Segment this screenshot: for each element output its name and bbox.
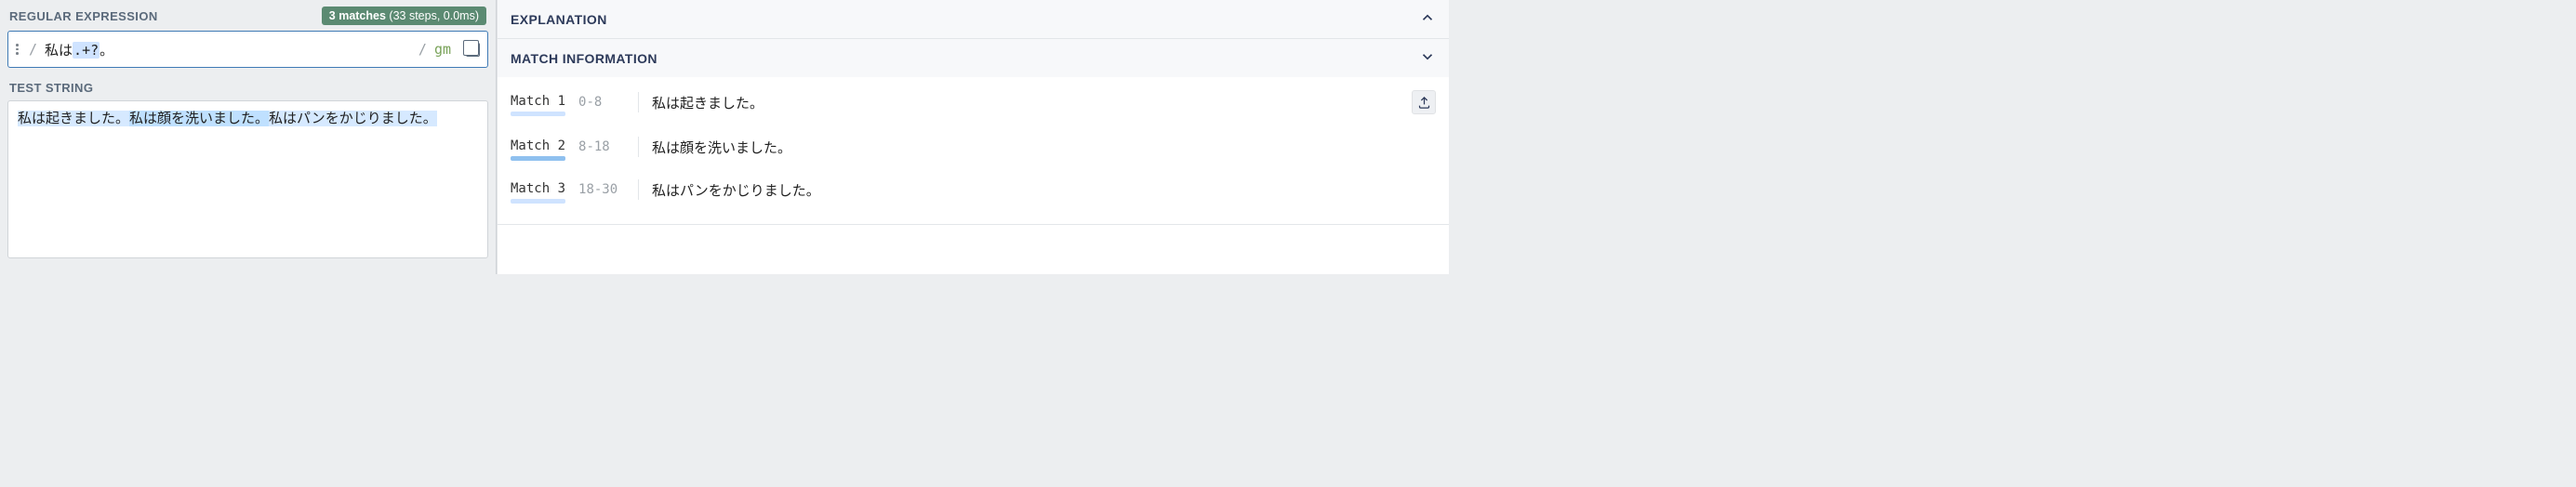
regex-open-delimiter: /: [29, 41, 37, 58]
match-label: Match 2: [511, 138, 565, 155]
divider: [638, 92, 639, 112]
match-range: 8-18: [578, 139, 625, 154]
match-text: 私は顔を洗いました。: [652, 138, 791, 157]
test-string-title: TEST STRING: [0, 68, 496, 100]
divider: [638, 179, 639, 200]
test-match-1: 私は起きました。: [18, 111, 129, 126]
left-pane: REGULAR EXPRESSION 3 matches (33 steps, …: [0, 0, 497, 274]
match-row[interactable]: Match 1 0-8 私は起きました。: [498, 81, 1449, 127]
test-match-3: 私はパンをかじりました。: [269, 111, 437, 126]
match-list: Match 1 0-8 私は起きました。 Match 2 8-18 私は顔を洗い…: [498, 77, 1449, 224]
regex-header-row: REGULAR EXPRESSION 3 matches (33 steps, …: [0, 0, 496, 31]
match-count-badge: 3 matches (33 steps, 0.0ms): [322, 7, 486, 25]
match-count: 3 matches: [329, 9, 386, 22]
match-info-header[interactable]: MATCH INFORMATION: [498, 39, 1449, 77]
regex-close-delimiter: /: [418, 41, 427, 58]
match-steps: (33 steps, 0.0ms): [389, 9, 479, 22]
match-row[interactable]: Match 2 8-18 私は顔を洗いました。: [498, 127, 1449, 170]
match-text: 私はパンをかじりました。: [652, 180, 820, 200]
regex-input-bar[interactable]: / 私は.+?。 / gm: [7, 31, 488, 68]
test-match-2: 私は顔を洗いました。: [129, 111, 269, 126]
chevron-up-icon: [1419, 9, 1436, 29]
match-label: Match 3: [511, 181, 565, 198]
match-info-panel: MATCH INFORMATION Match 1 0-8 私は起きました。 M…: [498, 39, 1449, 225]
divider: [638, 137, 639, 157]
drag-handle-icon[interactable]: [16, 44, 21, 55]
match-range: 0-8: [578, 95, 625, 110]
regex-section-title: REGULAR EXPRESSION: [9, 9, 158, 23]
match-range: 18-30: [578, 182, 625, 197]
match-label: Match 1: [511, 94, 565, 111]
explanation-panel: EXPLANATION: [498, 0, 1449, 39]
regex-flags[interactable]: gm: [434, 41, 451, 58]
export-icon[interactable]: [1412, 90, 1436, 114]
regex-quantifier-highlight: .+?: [73, 42, 100, 59]
regex-pattern-input[interactable]: 私は.+?。: [45, 40, 411, 59]
test-string-input[interactable]: 私は起きました。私は顔を洗いました。私はパンをかじりました。: [7, 100, 488, 258]
explanation-title: EXPLANATION: [511, 12, 607, 27]
copy-icon[interactable]: [466, 43, 480, 57]
match-info-title: MATCH INFORMATION: [511, 51, 657, 66]
right-pane: EXPLANATION MATCH INFORMATION Match 1 0-…: [497, 0, 1449, 274]
match-text: 私は起きました。: [652, 93, 764, 112]
explanation-header[interactable]: EXPLANATION: [498, 0, 1449, 38]
chevron-down-icon: [1419, 48, 1436, 68]
match-row[interactable]: Match 3 18-30 私はパンをかじりました。: [498, 170, 1449, 213]
